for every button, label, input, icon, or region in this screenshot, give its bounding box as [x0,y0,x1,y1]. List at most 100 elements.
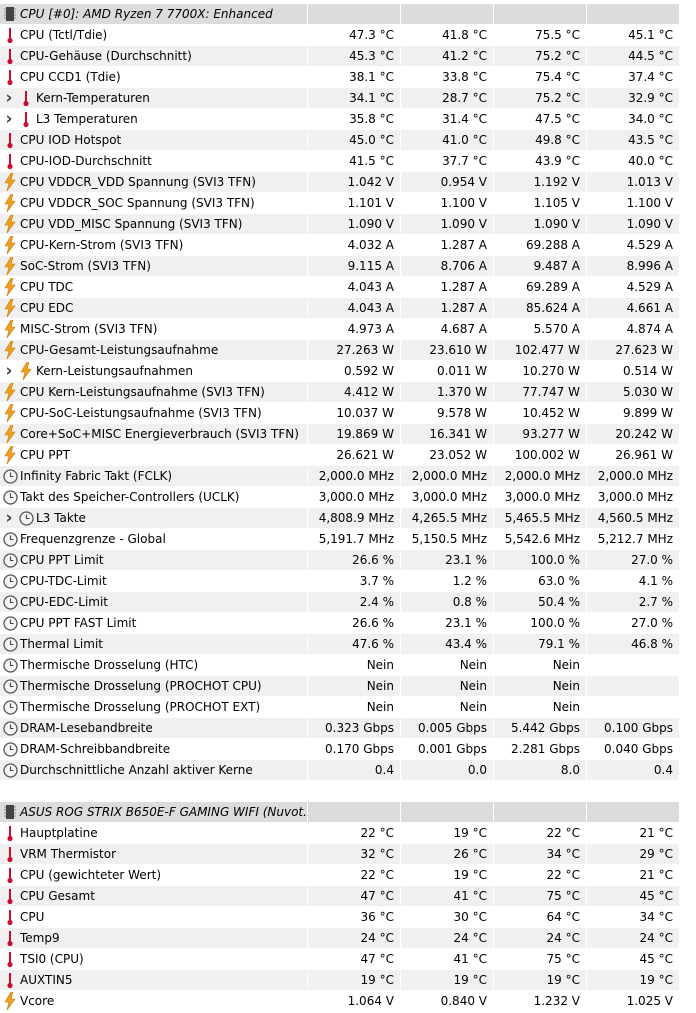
sensor-row[interactable]: CPU PPT FAST Limit 26.6 % 23.1 % 100.0 % 27.… [0,613,696,634]
sensor-row[interactable]: TSI0 (CPU) 47 °C 41 °C 75 °C 45 °C [0,949,696,970]
expand-chevron-icon[interactable]: › [0,361,18,381]
sensor-row[interactable]: Thermische Drosselung (PROCHOT EXT) Nein N… [0,697,696,718]
thermometer-icon [2,887,18,905]
sensor-row[interactable]: CPU VDD_MISC Spannung (SVI3 TFN) 1.090 V1… [0,214,696,235]
clock-icon [2,719,18,737]
sensor-name-cell: CPU-IOD-Durchschnitt [0,151,308,171]
expand-chevron-icon[interactable]: › [0,508,18,528]
sensor-row[interactable]: CPU Gesamt 47 °C 41 °C 75 °C 45 °C [0,886,696,907]
sensor-row[interactable]: Durchschnittliche Anzahl aktiver Kerne 0.… [0,760,696,781]
current-value: 2,000.0 MHz [308,466,401,486]
min-value: 1.287 A [401,298,494,318]
avg-value: 27.0 % [587,613,680,633]
row-spacer [680,529,696,549]
chip-icon [2,803,18,821]
sensor-row[interactable]: Temp9 24 °C 24 °C 24 °C 24 °C [0,928,696,949]
sensor-row[interactable]: SoC-Strom (SVI3 TFN) 9.115 A 8.706 A 9.487 … [0,256,696,277]
sensor-row[interactable]: CPU-Kern-Strom (SVI3 TFN) 4.032 A 1.287 A6… [0,235,696,256]
sensor-row[interactable]: CPU TDC 4.043 A 1.287 A 69.289 A 4.529 A [0,277,696,298]
avg-value [587,697,680,717]
sensor-row[interactable]: CPU-TDC-Limit 3.7 % 1.2 % 63.0 % 4.1 % [0,571,696,592]
sensor-row[interactable]: CPU (gewichteter Wert) 22 °C 19 °C 22 °C 21 … [0,865,696,886]
sensor-row[interactable]: CPU PPT 26.621 W 23.052 W 100.002 W 26.961 W [0,445,696,466]
sensor-label: CPU Kern-Leistungsaufnahme (SVI3 TFN) [20,385,265,399]
sensor-row[interactable]: Frequenzgrenze - Global 5,191.7 MHz 5,150.… [0,529,696,550]
blank-row [0,781,696,802]
min-value: 23.1 % [401,613,494,633]
expand-chevron-icon[interactable]: › [0,88,18,108]
max-value: 64 °C [494,907,587,927]
thermometer-icon [2,68,18,86]
current-value: 45.0 °C [308,130,401,150]
sensor-row[interactable]: CPU VDDCR_SOC Spannung (SVI3 TFN) 1.101 V… [0,193,696,214]
sensor-row[interactable]: Thermal Limit 47.6 % 43.4 % 79.1 % 46.8 % [0,634,696,655]
max-value: 100.0 % [494,613,587,633]
sensor-row[interactable]: VRM Thermistor 32 °C 26 °C 34 °C 29 °C [0,844,696,865]
sensor-row[interactable]: AUXTIN5 19 °C 19 °C 19 °C 19 °C [0,970,696,991]
sensor-label: Infinity Fabric Takt (FCLK) [20,469,173,483]
avg-value: 34 °C [587,907,680,927]
current-value: 2.4 % [308,592,401,612]
clock-icon [2,635,18,653]
sensor-row[interactable]: CPU (Tctl/Tdie) 47.3 °C 41.8 °C 75.5 °C 45.1… [0,25,696,46]
sensor-row[interactable]: Thermische Drosselung (HTC) Nein Nein Nein [0,655,696,676]
sensor-row[interactable]: CPU PPT Limit 26.6 % 23.1 % 100.0 % 27.0 % [0,550,696,571]
sensor-row[interactable]: CPU-Gesamt-Leistungsaufnahme 27.263 W 23.6… [0,340,696,361]
section-header[interactable]: CPU [#0]: AMD Ryzen 7 7700X: Enhanced [0,4,696,25]
min-value: Nein [401,655,494,675]
current-value: 1.101 V [308,193,401,213]
row-spacer [680,445,696,465]
sensor-row[interactable]: CPU VDDCR_VDD Spannung (SVI3 TFN) 1.042 V… [0,172,696,193]
sensor-row[interactable]: Thermische Drosselung (PROCHOT CPU) Nein N… [0,676,696,697]
row-spacer [680,949,696,969]
header-cell [494,802,587,822]
row-spacer [680,781,696,801]
expand-chevron-icon[interactable]: › [0,109,18,129]
min-value: 1.287 A [401,235,494,255]
sensor-row[interactable]: CPU EDC 4.043 A 1.287 A 85.624 A 4.661 A [0,298,696,319]
sensor-row[interactable]: Takt des Speicher-Controllers (UCLK) 3,00… [0,487,696,508]
sensor-row[interactable]: Core+SoC+MISC Energieverbrauch (SVI3 TFN… [0,424,696,445]
sensor-row[interactable]: › Kern-Leistungsaufnahmen 0.592 W 0.011 W 10… [0,361,696,382]
row-spacer [680,214,696,234]
sensor-label: MISC-Strom (SVI3 TFN) [20,322,158,336]
sensor-row[interactable]: › Kern-Temperaturen 34.1 °C 28.7 °C 75.2 °C 3… [0,88,696,109]
row-spacer [680,739,696,759]
sensor-row[interactable]: MISC-Strom (SVI3 TFN) 4.973 A 4.687 A 5.570… [0,319,696,340]
sensor-name-cell: › L3 Temperaturen [0,109,308,129]
sensor-row[interactable]: Infinity Fabric Takt (FCLK) 2,000.0 MHz 2,… [0,466,696,487]
min-value: 1.287 A [401,277,494,297]
sensor-row[interactable]: › L3 Temperaturen 35.8 °C 31.4 °C 47.5 °C 34.… [0,109,696,130]
max-value: 75.2 °C [494,88,587,108]
sensor-row[interactable]: DRAM-Schreibbandbreite 0.170 Gbps 0.001 Gb… [0,739,696,760]
sensor-name-cell: CPU PPT FAST Limit [0,613,308,633]
sensor-label: CPU PPT [20,448,71,462]
sensor-row[interactable]: DRAM-Lesebandbreite 0.323 Gbps 0.005 Gbps 5… [0,718,696,739]
sensor-row[interactable]: CPU-EDC-Limit 2.4 % 0.8 % 50.4 % 2.7 % [0,592,696,613]
sensor-row[interactable]: CPU IOD Hotspot 45.0 °C 41.0 °C 49.8 °C 43.5… [0,130,696,151]
section-header[interactable]: ASUS ROG STRIX B650E-F GAMING WIFI (Nuvo… [0,802,696,823]
min-value: 43.4 % [401,634,494,654]
thermometer-icon [2,971,18,989]
current-value: 1.090 V [308,214,401,234]
sensor-row[interactable]: CPU CCD1 (Tdie) 38.1 °C 33.8 °C 75.4 °C 37.4… [0,67,696,88]
thermometer-icon [2,950,18,968]
sensor-row[interactable]: Hauptplatine 22 °C 19 °C 22 °C 21 °C [0,823,696,844]
sensor-row[interactable]: CPU Kern-Leistungsaufnahme (SVI3 TFN) 4.4… [0,382,696,403]
current-value: 41.5 °C [308,151,401,171]
sensor-row[interactable]: CPU-SoC-Leistungsaufnahme (SVI3 TFN) 10.0… [0,403,696,424]
thermometer-icon [2,845,18,863]
sensor-row[interactable]: Vcore 1.064 V 0.840 V 1.232 V 1.025 V [0,991,696,1012]
avg-value: 4.1 % [587,571,680,591]
sensor-row[interactable]: › L3 Takte 4,808.9 MHz 4,265.5 MHz 5,465.5 M… [0,508,696,529]
max-value: Nein [494,676,587,696]
min-value: 2,000.0 MHz [401,466,494,486]
row-spacer [680,760,696,780]
min-value: Nein [401,676,494,696]
min-value: 0.8 % [401,592,494,612]
sensor-row[interactable]: CPU 36 °C 30 °C 64 °C 34 °C [0,907,696,928]
sensor-label: Core+SoC+MISC Energieverbrauch (SVI3 TFN… [20,427,299,441]
sensor-row[interactable]: CPU-IOD-Durchschnitt 41.5 °C 37.7 °C 43.9 °… [0,151,696,172]
sensor-row[interactable]: CPU-Gehäuse (Durchschnitt) 45.3 °C 41.2 °C… [0,46,696,67]
sensor-label: CPU EDC [20,301,74,315]
